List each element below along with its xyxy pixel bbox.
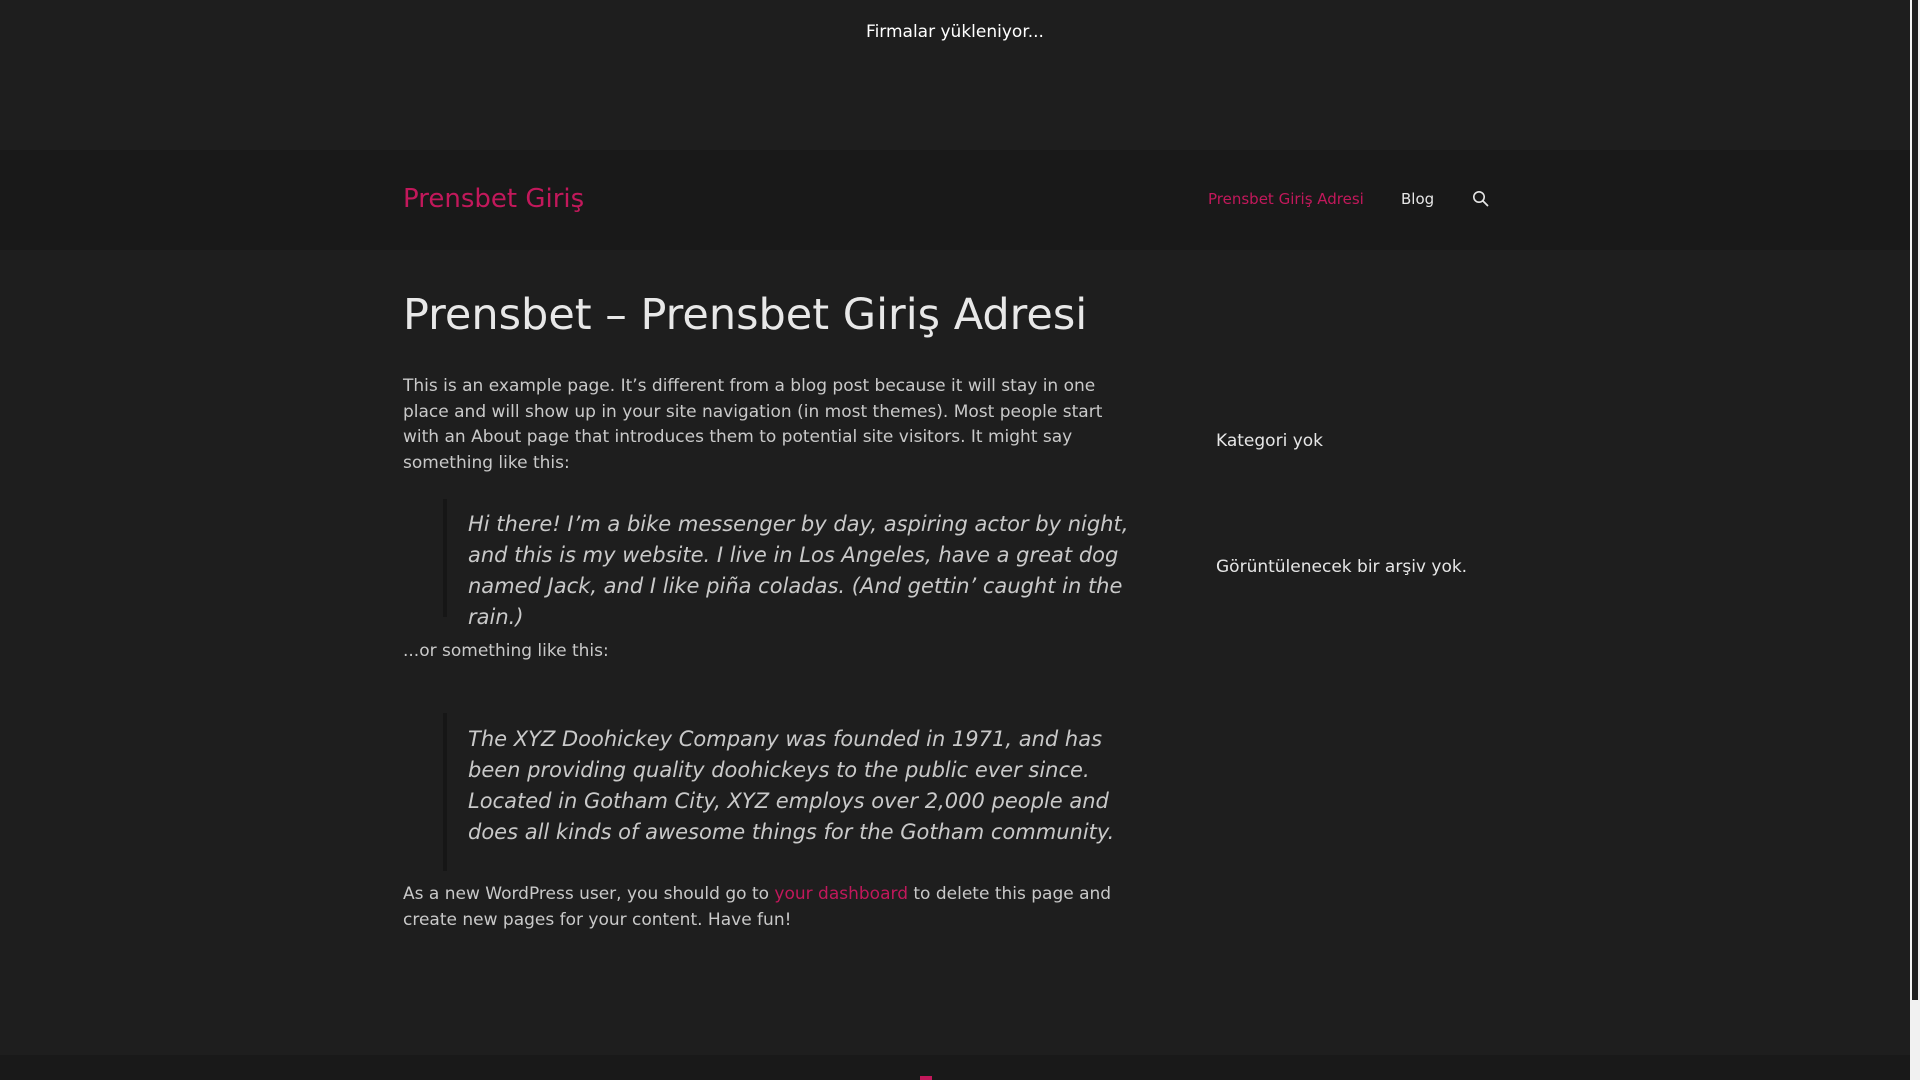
outro-text-before: As a new WordPress user, you should go t… (403, 884, 775, 904)
dashboard-link[interactable]: your dashboard (774, 884, 908, 904)
quote-text: Hi there! I’m a bike messenger by day, a… (468, 512, 1129, 629)
blockquote-bike-messenger: Hi there! I’m a bike messenger by day, a… (443, 499, 1173, 629)
page-scrollbar[interactable] (1910, 0, 1920, 1080)
or-paragraph: ...or something like this: (403, 641, 609, 661)
site-header: Prensbet Giriş Prensbet Giriş Adresi Blo… (0, 150, 1910, 250)
loading-text: Firmalar yükleniyor... (866, 22, 1044, 42)
archives-empty-text: Görüntülenecek bir arşiv yok. (1216, 557, 1468, 577)
blockquote-xyz-company: The XYZ Doohickey Company was founded in… (443, 713, 1173, 871)
page-title: Prensbet – Prensbet Giriş Adresi (403, 290, 1088, 340)
footer (0, 1055, 1910, 1080)
quote-text: The XYZ Doohickey Company was founded in… (468, 727, 1115, 844)
nav-item-blog[interactable]: Blog (1401, 190, 1434, 208)
site-title[interactable]: Prensbet Giriş (403, 184, 584, 214)
categories-empty-text: Kategori yok (1216, 431, 1324, 451)
scrollbar-thumb[interactable] (1912, 0, 1918, 1000)
intro-paragraph: This is an example page. It’s different … (403, 376, 1103, 473)
outro-paragraph: As a new WordPress user, you should go t… (403, 882, 1138, 933)
top-banner: Firmalar yükleniyor... (0, 0, 1910, 150)
search-icon[interactable] (1472, 190, 1489, 207)
footer-accent-mark (920, 1076, 932, 1080)
nav-item-prensbet-giris-adresi[interactable]: Prensbet Giriş Adresi (1208, 190, 1364, 208)
